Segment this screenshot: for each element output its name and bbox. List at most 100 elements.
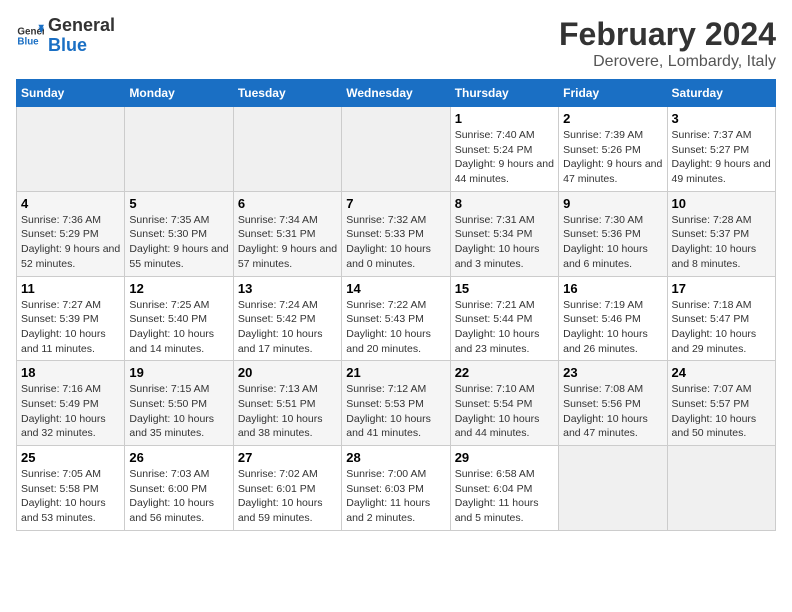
day-info: Sunrise: 7:30 AMSunset: 5:36 PMDaylight:… (563, 213, 662, 272)
calendar-cell: 19 Sunrise: 7:15 AMSunset: 5:50 PMDayligh… (125, 361, 233, 446)
day-info: Sunrise: 7:12 AMSunset: 5:53 PMDaylight:… (346, 382, 445, 441)
day-number: 15 (455, 281, 554, 296)
calendar-cell: 25 Sunrise: 7:05 AMSunset: 5:58 PMDayligh… (17, 446, 125, 531)
day-info: Sunrise: 6:58 AMSunset: 6:04 PMDaylight:… (455, 467, 554, 526)
calendar-cell (125, 107, 233, 192)
day-number: 16 (563, 281, 662, 296)
day-number: 8 (455, 196, 554, 211)
calendar-cell: 29 Sunrise: 6:58 AMSunset: 6:04 PMDayligh… (450, 446, 558, 531)
page-title: February 2024 (559, 16, 776, 53)
day-info: Sunrise: 7:19 AMSunset: 5:46 PMDaylight:… (563, 298, 662, 357)
day-info: Sunrise: 7:15 AMSunset: 5:50 PMDaylight:… (129, 382, 228, 441)
calendar-cell: 14Sunrise: 7:22 AMSunset: 5:43 PMDayligh… (342, 276, 450, 361)
col-header-saturday: Saturday (667, 80, 775, 107)
day-info: Sunrise: 7:40 AMSunset: 5:24 PMDaylight:… (455, 128, 554, 187)
day-number: 9 (563, 196, 662, 211)
day-number: 3 (672, 111, 771, 126)
day-number: 28 (346, 450, 445, 465)
page-subtitle: Derovere, Lombardy, Italy (559, 53, 776, 71)
svg-text:Blue: Blue (17, 36, 39, 47)
day-info: Sunrise: 7:36 AMSunset: 5:29 PMDaylight:… (21, 213, 120, 272)
day-number: 18 (21, 365, 120, 380)
day-number: 1 (455, 111, 554, 126)
col-header-monday: Monday (125, 80, 233, 107)
day-info: Sunrise: 7:10 AMSunset: 5:54 PMDaylight:… (455, 382, 554, 441)
calendar-cell: 20 Sunrise: 7:13 AMSunset: 5:51 PMDayligh… (233, 361, 341, 446)
day-info: Sunrise: 7:18 AMSunset: 5:47 PMDaylight:… (672, 298, 771, 357)
day-info: Sunrise: 7:16 AMSunset: 5:49 PMDaylight:… (21, 382, 120, 441)
day-number: 29 (455, 450, 554, 465)
day-number: 12 (129, 281, 228, 296)
week-row-5: 25 Sunrise: 7:05 AMSunset: 5:58 PMDayligh… (17, 446, 776, 531)
day-number: 24 (672, 365, 771, 380)
calendar-cell (233, 107, 341, 192)
calendar-cell: 28 Sunrise: 7:00 AMSunset: 6:03 PMDayligh… (342, 446, 450, 531)
logo: General Blue General Blue (16, 16, 115, 56)
calendar-cell (559, 446, 667, 531)
day-info: Sunrise: 7:05 AMSunset: 5:58 PMDaylight:… (21, 467, 120, 526)
calendar-cell: 8 Sunrise: 7:31 AMSunset: 5:34 PMDaylight… (450, 191, 558, 276)
col-header-tuesday: Tuesday (233, 80, 341, 107)
day-number: 27 (238, 450, 337, 465)
col-header-thursday: Thursday (450, 80, 558, 107)
calendar-cell: 17 Sunrise: 7:18 AMSunset: 5:47 PMDayligh… (667, 276, 775, 361)
calendar-cell: 27 Sunrise: 7:02 AMSunset: 6:01 PMDayligh… (233, 446, 341, 531)
calendar-cell: 3 Sunrise: 7:37 AMSunset: 5:27 PMDaylight… (667, 107, 775, 192)
calendar-cell: 23Sunrise: 7:08 AMSunset: 5:56 PMDayligh… (559, 361, 667, 446)
logo-general: General (48, 16, 115, 36)
calendar-cell: 2 Sunrise: 7:39 AMSunset: 5:26 PMDaylight… (559, 107, 667, 192)
week-row-2: 4 Sunrise: 7:36 AMSunset: 5:29 PMDaylight… (17, 191, 776, 276)
day-info: Sunrise: 7:07 AMSunset: 5:57 PMDaylight:… (672, 382, 771, 441)
day-info: Sunrise: 7:32 AMSunset: 5:33 PMDaylight:… (346, 213, 445, 272)
day-number: 23 (563, 365, 662, 380)
calendar-cell: 15 Sunrise: 7:21 AMSunset: 5:44 PMDayligh… (450, 276, 558, 361)
calendar-cell: 1 Sunrise: 7:40 AMSunset: 5:24 PMDaylight… (450, 107, 558, 192)
day-info: Sunrise: 7:28 AMSunset: 5:37 PMDaylight:… (672, 213, 771, 272)
day-info: Sunrise: 7:02 AMSunset: 6:01 PMDaylight:… (238, 467, 337, 526)
day-info: Sunrise: 7:13 AMSunset: 5:51 PMDaylight:… (238, 382, 337, 441)
calendar-cell: 9 Sunrise: 7:30 AMSunset: 5:36 PMDaylight… (559, 191, 667, 276)
calendar-cell: 10 Sunrise: 7:28 AMSunset: 5:37 PMDayligh… (667, 191, 775, 276)
day-info: Sunrise: 7:37 AMSunset: 5:27 PMDaylight:… (672, 128, 771, 187)
day-number: 13 (238, 281, 337, 296)
logo-icon: General Blue (16, 22, 44, 50)
day-number: 19 (129, 365, 228, 380)
day-number: 25 (21, 450, 120, 465)
day-info: Sunrise: 7:35 AMSunset: 5:30 PMDaylight:… (129, 213, 228, 272)
day-number: 14 (346, 281, 445, 296)
day-info: Sunrise: 7:00 AMSunset: 6:03 PMDaylight:… (346, 467, 445, 526)
calendar-cell (17, 107, 125, 192)
week-row-3: 11 Sunrise: 7:27 AMSunset: 5:39 PMDayligh… (17, 276, 776, 361)
calendar-cell: 26Sunrise: 7:03 AMSunset: 6:00 PMDayligh… (125, 446, 233, 531)
day-number: 2 (563, 111, 662, 126)
calendar-cell (667, 446, 775, 531)
header-row: SundayMondayTuesdayWednesdayThursdayFrid… (17, 80, 776, 107)
day-number: 10 (672, 196, 771, 211)
day-info: Sunrise: 7:39 AMSunset: 5:26 PMDaylight:… (563, 128, 662, 187)
calendar-cell: 11 Sunrise: 7:27 AMSunset: 5:39 PMDayligh… (17, 276, 125, 361)
day-number: 4 (21, 196, 120, 211)
day-number: 5 (129, 196, 228, 211)
calendar-cell: 13 Sunrise: 7:24 AMSunset: 5:42 PMDayligh… (233, 276, 341, 361)
day-number: 21 (346, 365, 445, 380)
page-header: General Blue General Blue February 2024 … (16, 16, 776, 71)
week-row-4: 18 Sunrise: 7:16 AMSunset: 5:49 PMDayligh… (17, 361, 776, 446)
calendar-cell: 22 Sunrise: 7:10 AMSunset: 5:54 PMDayligh… (450, 361, 558, 446)
day-info: Sunrise: 7:27 AMSunset: 5:39 PMDaylight:… (21, 298, 120, 357)
week-row-1: 1 Sunrise: 7:40 AMSunset: 5:24 PMDaylight… (17, 107, 776, 192)
calendar-cell: 5 Sunrise: 7:35 AMSunset: 5:30 PMDaylight… (125, 191, 233, 276)
day-info: Sunrise: 7:24 AMSunset: 5:42 PMDaylight:… (238, 298, 337, 357)
day-number: 17 (672, 281, 771, 296)
day-number: 6 (238, 196, 337, 211)
day-info: Sunrise: 7:21 AMSunset: 5:44 PMDaylight:… (455, 298, 554, 357)
day-number: 22 (455, 365, 554, 380)
day-number: 7 (346, 196, 445, 211)
calendar-cell: 7 Sunrise: 7:32 AMSunset: 5:33 PMDaylight… (342, 191, 450, 276)
calendar-cell: 18 Sunrise: 7:16 AMSunset: 5:49 PMDayligh… (17, 361, 125, 446)
day-info: Sunrise: 7:25 AMSunset: 5:40 PMDaylight:… (129, 298, 228, 357)
day-number: 20 (238, 365, 337, 380)
day-info: Sunrise: 7:31 AMSunset: 5:34 PMDaylight:… (455, 213, 554, 272)
calendar-cell (342, 107, 450, 192)
day-number: 11 (21, 281, 120, 296)
day-number: 26 (129, 450, 228, 465)
